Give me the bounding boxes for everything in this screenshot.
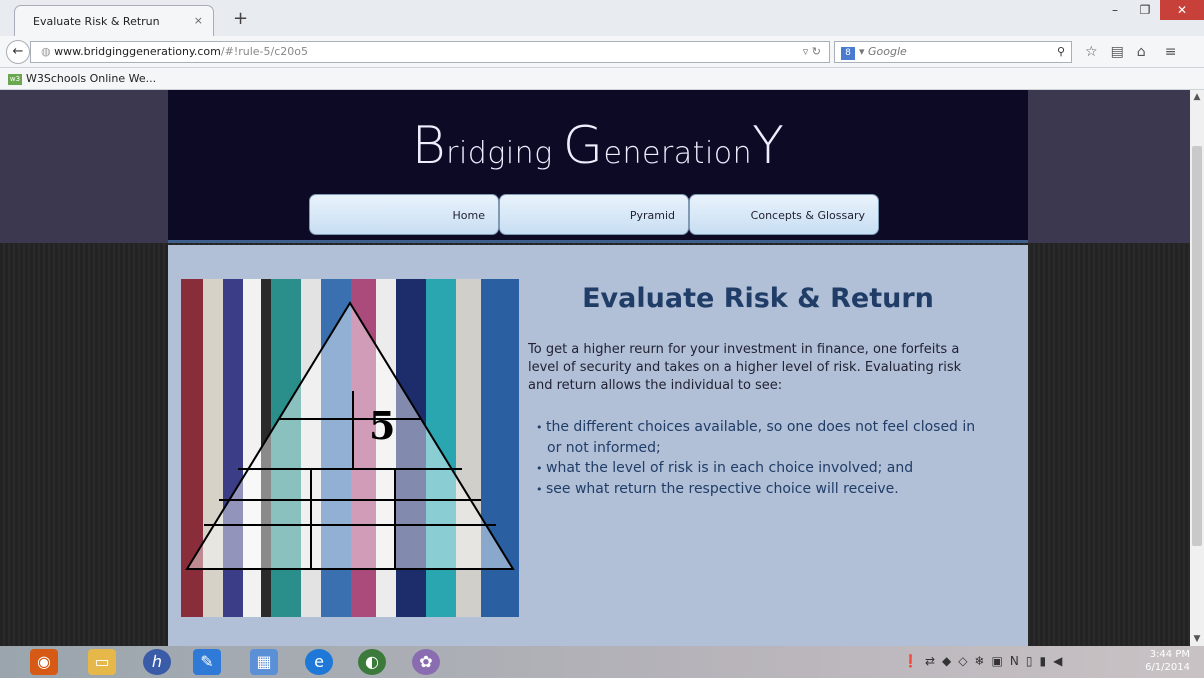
alert-icon[interactable]: ❗ (903, 654, 918, 668)
clock-time: 3:44 PM (1149, 649, 1190, 660)
clock-date: 6/1/2014 (1145, 662, 1190, 673)
file-explorer-icon[interactable]: ▭ (88, 649, 116, 675)
scroll-thumb[interactable] (1192, 146, 1202, 546)
dropdown-triangle-icon[interactable]: ▿ (803, 45, 809, 58)
navigation-bar: ← ◍ www.bridginggenerationy.com/#!rule-5… (0, 36, 1204, 68)
window-controls: – ❐ ✕ (1100, 0, 1204, 22)
globe-icon: ◍ (41, 45, 55, 58)
network-tray-icon[interactable]: ⇄ (925, 654, 935, 668)
scroll-down-icon[interactable]: ▼ (1190, 634, 1204, 644)
site-header: Bridging GenerationY Home Pyramid Concep… (168, 90, 1028, 243)
restore-icon[interactable]: ❐ (1130, 0, 1160, 20)
system-tray: ❗ ⇄ ◆ ◇ ❄ ▣ N ▯ ▮ ◀ (903, 654, 1062, 668)
content-area: 5 Evaluate Risk & Return To get a higher… (168, 245, 1028, 646)
search-engine-icon[interactable]: 8 (841, 47, 855, 60)
bookmark-star-icon[interactable]: ☆ (1085, 44, 1098, 60)
tray-app-icon[interactable]: ▣ (992, 654, 1003, 668)
tray-app-icon[interactable]: ◆ (942, 654, 951, 668)
firefox-icon[interactable]: ◉ (30, 649, 58, 675)
logo-text-ridging: ridging (446, 136, 563, 171)
calculator-icon[interactable]: ▦ (250, 649, 278, 675)
pyramid-level-number: 5 (369, 403, 396, 448)
toolbar-icons: ☆ ▤ ⌂ ≡ (1085, 44, 1176, 60)
scroll-up-icon[interactable]: ▲ (1190, 92, 1204, 102)
globe-app-icon[interactable]: ◐ (358, 649, 386, 675)
site-nav: Home Pyramid Concepts & Glossary (309, 194, 879, 235)
paint-icon[interactable]: ✿ (412, 649, 440, 675)
list-item: see what return the respective choice wi… (536, 479, 976, 500)
reading-list-icon[interactable]: ▤ (1111, 44, 1124, 60)
search-field[interactable]: 8 ▾ Google ⚲ (834, 41, 1072, 63)
search-placeholder: Google (868, 45, 907, 58)
menu-icon[interactable]: ≡ (1165, 44, 1177, 60)
engine-dropdown-icon[interactable]: ▾ (859, 45, 868, 58)
bullet-list: the different choices available, so one … (536, 417, 976, 500)
page-viewport: Bridging GenerationY Home Pyramid Concep… (0, 90, 1190, 646)
nav-home[interactable]: Home (309, 194, 499, 235)
url-path: /#!rule-5/c20o5 (220, 45, 308, 58)
clock[interactable]: 3:44 PM 6/1/2014 (1145, 648, 1190, 674)
logo-text-eneration: eneration (603, 136, 753, 171)
new-tab-button[interactable]: + (233, 8, 248, 29)
url-bar[interactable]: ◍ www.bridginggenerationy.com/#!rule-5/c… (30, 41, 830, 63)
bookmark-w3schools[interactable]: W3Schools Online We... (26, 72, 156, 85)
intro-paragraph: To get a higher reurn for your investmen… (528, 342, 962, 393)
reload-icon[interactable]: ↻ (812, 45, 821, 58)
tab-title: Evaluate Risk & Retrun (33, 15, 160, 28)
pyramid-overlay (185, 301, 515, 570)
onenote-icon[interactable]: N (1010, 654, 1019, 668)
w3schools-favicon-icon: w3 (8, 73, 22, 85)
nav-pyramid[interactable]: Pyramid (499, 194, 689, 235)
app-icon[interactable]: ✎ (193, 649, 221, 675)
logo-letter-y: Y (752, 116, 785, 176)
url-domain: www.bridginggenerationy.com (54, 45, 221, 58)
tray-app-icon[interactable]: ❄ (974, 654, 984, 668)
browser-tab[interactable]: Evaluate Risk & Retrun × (14, 5, 214, 36)
logo-letter-b: B (411, 116, 447, 176)
windows-taskbar: ◉ ▭ ℎ ✎ ▦ e ◐ ✿ ❗ ⇄ ◆ ◇ ❄ ▣ N ▯ ▮ ◀ 3:44… (0, 646, 1204, 678)
hp-icon[interactable]: ℎ (143, 649, 171, 675)
window-close-icon[interactable]: ✕ (1160, 0, 1204, 20)
tray-app-icon[interactable]: ◇ (958, 654, 967, 668)
minimize-icon[interactable]: – (1100, 0, 1130, 20)
site-logo[interactable]: Bridging GenerationY (168, 116, 1028, 176)
bookmarks-bar: w3 W3Schools Online We... (0, 68, 1204, 90)
list-item: the different choices available, so one … (536, 417, 976, 458)
back-arrow-icon[interactable]: ← (6, 40, 30, 64)
page-title: Evaluate Risk & Return (582, 283, 934, 314)
home-icon[interactable]: ⌂ (1137, 44, 1146, 60)
vertical-scrollbar[interactable]: ▲ ▼ (1190, 90, 1204, 646)
search-icon[interactable]: ⚲ (1057, 42, 1065, 62)
pyramid-books-image: 5 (181, 279, 519, 617)
volume-icon[interactable]: ◀ (1053, 654, 1062, 668)
close-icon[interactable]: × (194, 14, 203, 27)
browser-tab-strip: Evaluate Risk & Retrun × + – ❐ ✕ (0, 0, 1204, 36)
logo-letter-g: G (562, 116, 604, 176)
signal-icon[interactable]: ▮ (1039, 654, 1046, 668)
battery-icon[interactable]: ▯ (1026, 654, 1033, 668)
internet-explorer-icon[interactable]: e (305, 649, 333, 675)
nav-concepts-glossary[interactable]: Concepts & Glossary (689, 194, 879, 235)
list-item: what the level of risk is in each choice… (536, 458, 976, 479)
